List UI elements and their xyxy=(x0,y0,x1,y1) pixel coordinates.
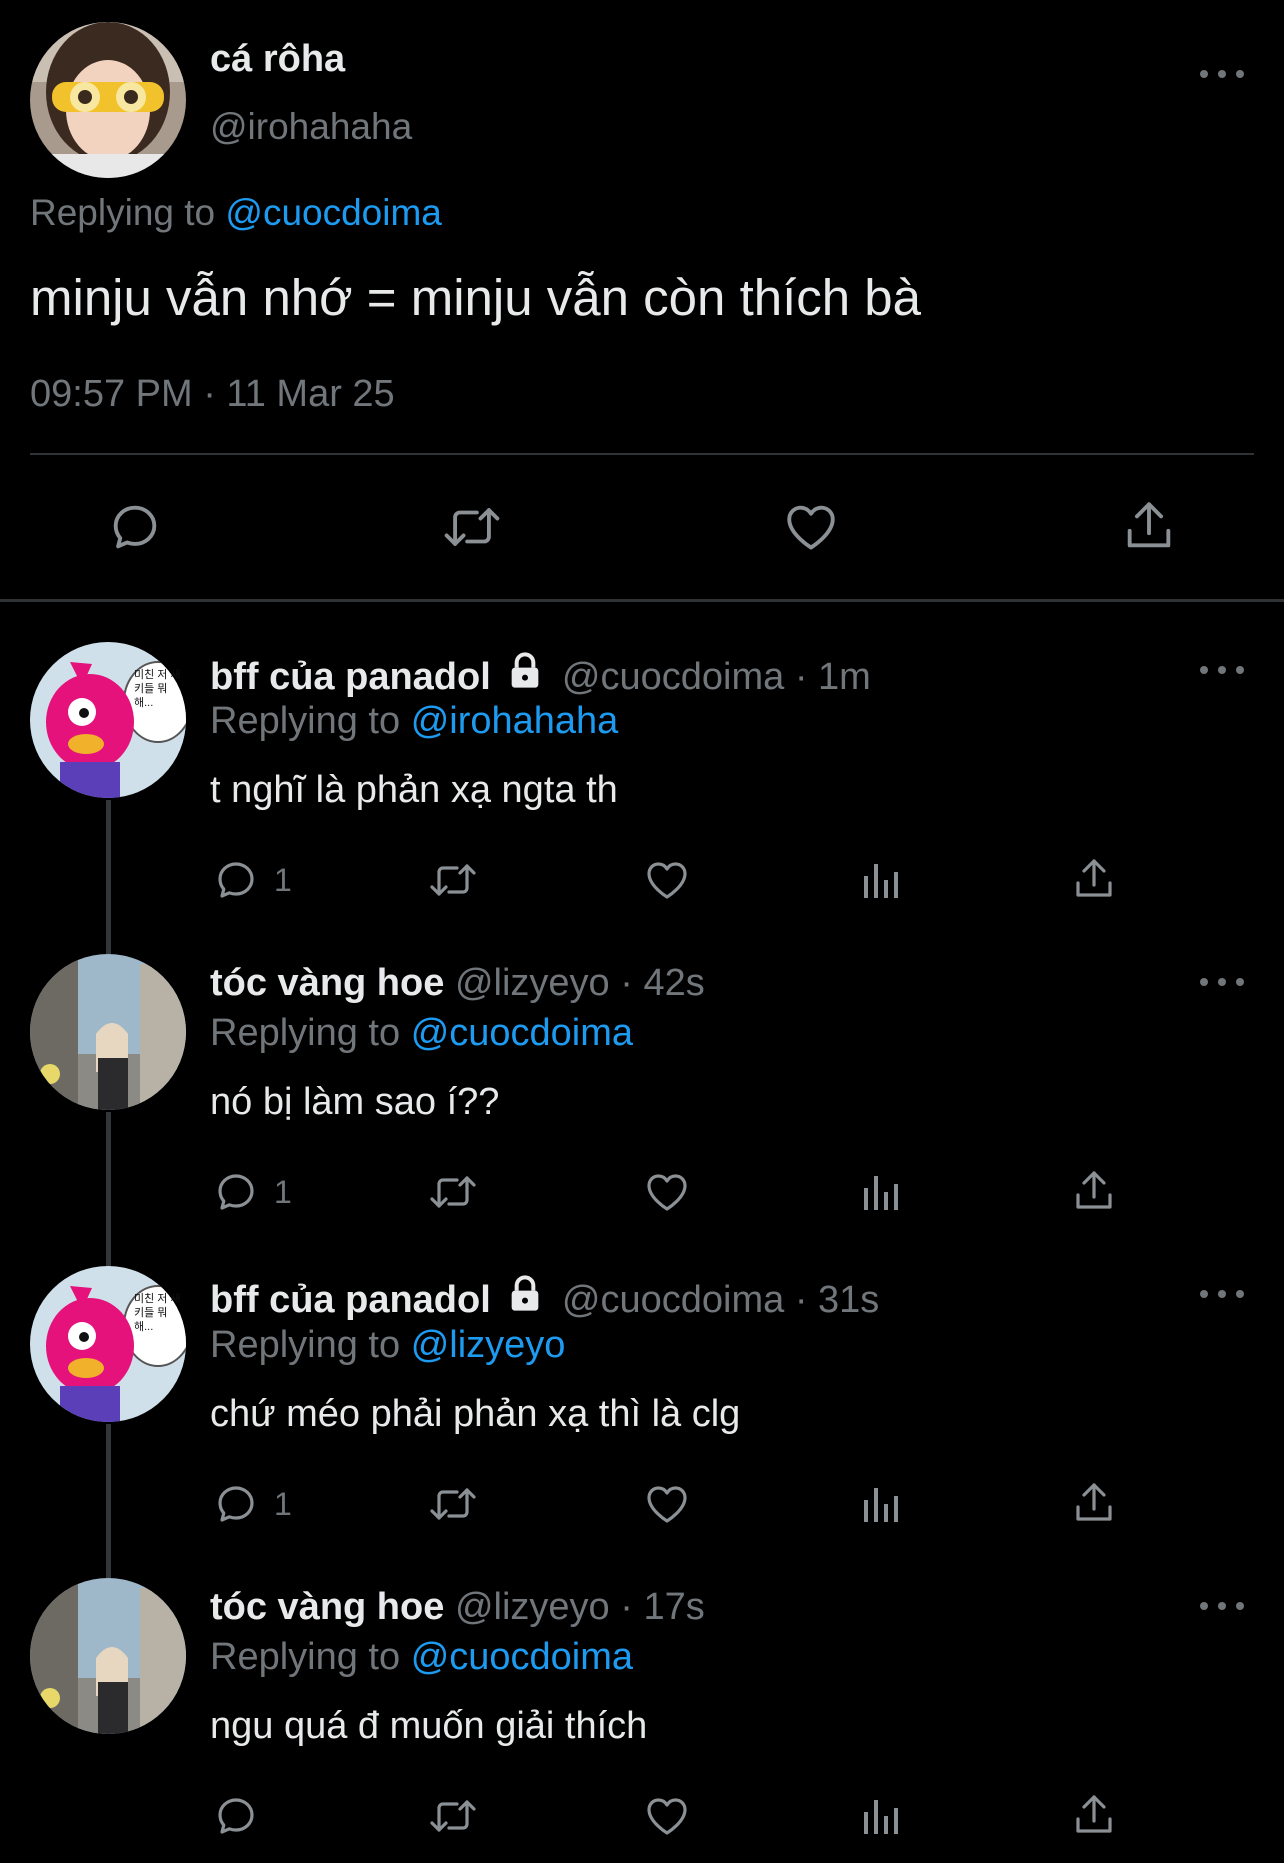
divider xyxy=(30,453,1254,455)
replying-label: Replying to xyxy=(30,192,216,233)
more-options-icon[interactable] xyxy=(1200,972,1244,992)
replying-label: Replying to xyxy=(210,1324,401,1366)
replying-to-link[interactable]: @irohahaha xyxy=(411,700,619,742)
main-display-name[interactable]: cá rôha xyxy=(210,38,345,81)
analytics-icon[interactable] xyxy=(858,856,906,904)
reply-header: tóc vàng hoe @lizyeyo · 17s xyxy=(210,1586,705,1629)
reply-icon[interactable] xyxy=(212,856,260,904)
reply-text: chứ méo phải phản xạ thì là clg xyxy=(210,1393,741,1435)
avatar-panadol[interactable] xyxy=(30,1266,186,1422)
main-handle[interactable]: @irohahaha xyxy=(210,106,412,148)
analytics-icon[interactable] xyxy=(858,1792,906,1840)
replying-label: Replying to xyxy=(210,1636,401,1678)
replying-to-link[interactable]: @cuocdoima xyxy=(411,1012,633,1054)
retweet-icon[interactable] xyxy=(426,1792,480,1840)
analytics-icon[interactable] xyxy=(858,1168,906,1216)
speech-bubble: 미친 저 새키들 뭐해... xyxy=(134,1293,181,1333)
handle[interactable]: @lizyeyo xyxy=(455,1586,610,1628)
lock-icon xyxy=(505,651,545,701)
share-icon[interactable] xyxy=(1070,1790,1118,1840)
reply-count: 1 xyxy=(274,862,292,898)
time-ago[interactable]: · 42s xyxy=(620,962,704,1004)
display-name[interactable]: bff của panadol xyxy=(210,1279,491,1321)
share-icon[interactable] xyxy=(1070,1166,1118,1216)
share-icon[interactable] xyxy=(1120,496,1178,556)
reply-icon[interactable] xyxy=(106,498,164,556)
handle[interactable]: @cuocdoima xyxy=(562,656,784,698)
reply-icon[interactable] xyxy=(212,1168,260,1216)
reply-count: 1 xyxy=(274,1174,292,1210)
reply-text: t nghĩ là phản xạ ngta th xyxy=(210,769,618,811)
avatar-main[interactable] xyxy=(30,22,186,178)
replying-line: Replying to @lizyeyo xyxy=(210,1324,565,1367)
like-icon[interactable] xyxy=(642,1480,692,1528)
replying-line: Replying to @cuocdoima xyxy=(210,1636,633,1679)
replying-to-link[interactable]: @lizyeyo xyxy=(411,1324,566,1366)
avatar-panadol[interactable] xyxy=(30,642,186,798)
time-ago[interactable]: · 1m xyxy=(795,656,871,698)
replying-line: Replying to @irohahaha xyxy=(210,700,618,743)
more-options-icon[interactable] xyxy=(1200,1596,1244,1616)
retweet-icon[interactable] xyxy=(426,1168,480,1216)
like-icon[interactable] xyxy=(781,498,841,556)
reply-header: bff của panadol @cuocdoima · 1m xyxy=(210,651,871,701)
replying-to-link[interactable]: @cuocdoima xyxy=(225,192,442,233)
main-replying-line: Replying to @cuocdoima xyxy=(30,192,442,234)
handle[interactable]: @lizyeyo xyxy=(455,962,610,1004)
reply-icon[interactable] xyxy=(212,1480,260,1528)
main-timestamp[interactable]: 09:57 PM · 11 Mar 25 xyxy=(30,373,395,416)
share-icon[interactable] xyxy=(1070,854,1118,904)
like-icon[interactable] xyxy=(642,1792,692,1840)
section-divider xyxy=(0,599,1284,602)
retweet-icon[interactable] xyxy=(426,1480,480,1528)
more-options-icon[interactable] xyxy=(1200,1284,1244,1304)
avatar-lizyeyo[interactable] xyxy=(30,954,186,1110)
reply-icon[interactable] xyxy=(212,1792,260,1840)
retweet-icon[interactable] xyxy=(426,856,480,904)
reply-text: ngu quá đ muốn giải thích xyxy=(210,1705,648,1747)
main-tweet-text: minju vẫn nhớ = minju vẫn còn thích bà xyxy=(30,269,922,326)
more-options-icon[interactable] xyxy=(1200,660,1244,680)
display-name[interactable]: tóc vàng hoe xyxy=(210,1586,444,1628)
like-icon[interactable] xyxy=(642,1168,692,1216)
thread-line xyxy=(106,800,111,954)
analytics-icon[interactable] xyxy=(858,1480,906,1528)
retweet-icon[interactable] xyxy=(440,498,504,556)
replying-label: Replying to xyxy=(210,1012,401,1054)
thread-line xyxy=(106,1424,111,1578)
reply-text: nó bị làm sao í?? xyxy=(210,1081,500,1123)
time-ago[interactable]: · 31s xyxy=(795,1279,879,1321)
replying-to-link[interactable]: @cuocdoima xyxy=(411,1636,633,1678)
reply-header: bff của panadol @cuocdoima · 31s xyxy=(210,1274,879,1324)
display-name[interactable]: bff của panadol xyxy=(210,656,491,698)
share-icon[interactable] xyxy=(1070,1478,1118,1528)
reply-header: tóc vàng hoe @lizyeyo · 42s xyxy=(210,962,705,1005)
replying-line: Replying to @cuocdoima xyxy=(210,1012,633,1055)
thread-line xyxy=(106,1112,111,1266)
speech-bubble: 미친 저 새키들 뭐해... xyxy=(134,669,181,709)
like-icon[interactable] xyxy=(642,856,692,904)
replying-label: Replying to xyxy=(210,700,401,742)
time-ago[interactable]: · 17s xyxy=(620,1586,704,1628)
handle[interactable]: @cuocdoima xyxy=(562,1279,784,1321)
more-options-icon[interactable] xyxy=(1200,64,1244,84)
display-name[interactable]: tóc vàng hoe xyxy=(210,962,444,1004)
reply-count: 1 xyxy=(274,1486,292,1522)
lock-icon xyxy=(505,1274,545,1324)
avatar-lizyeyo[interactable] xyxy=(30,1578,186,1734)
